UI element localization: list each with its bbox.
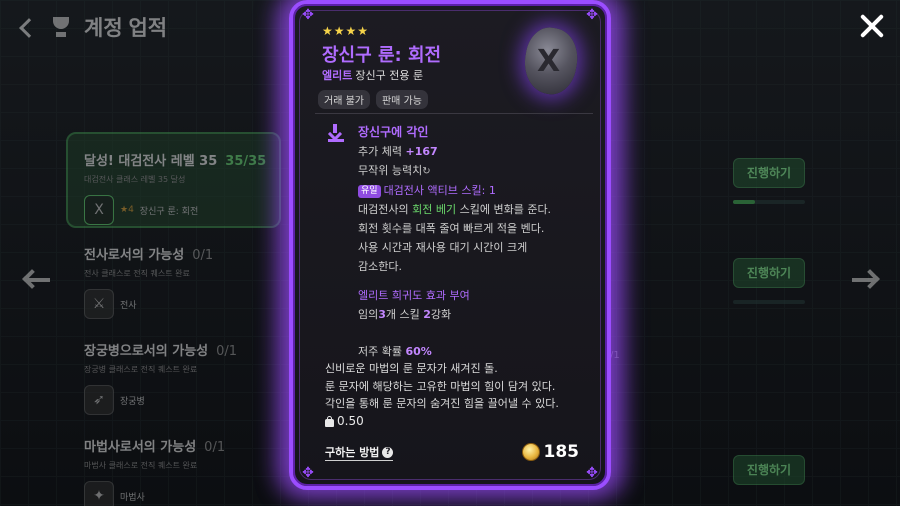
help-icon: ? [382, 446, 394, 458]
progress-fill [733, 200, 755, 204]
proceed-button[interactable]: 진행하기 [733, 158, 805, 188]
achievement-desc: 장궁병 클래스로 전직 퀘스트 완료 [84, 365, 198, 374]
progress-bar [733, 300, 805, 304]
price-value: 185 [543, 442, 580, 462]
achievement-reward: ✦ 마법사 [84, 481, 281, 506]
skill-desc-2: 회전 횟수를 대폭 줄여 빠르게 적을 벤다. [358, 222, 545, 235]
item-tooltip: ★★★★ 장신구 룬: 회전 엘리트장신구 전용 룬 거래 불가 판매 가능 X… [289, 0, 611, 490]
top-bar: 계정 업적 [16, 12, 167, 42]
archer-icon[interactable]: ➶ [84, 385, 114, 415]
reward-stars: ★4 [120, 205, 134, 215]
reward-label: 장신구 룬: 회전 [139, 206, 199, 217]
how-to-obtain-link[interactable]: 구하는 방법 ? [325, 444, 394, 461]
proceed-button[interactable]: 진행하기 [733, 455, 805, 485]
curse-chance: 저주 확률 60% [358, 345, 432, 358]
item-type: 장신구 전용 룬 [355, 69, 424, 82]
rune-reward-icon[interactable]: X [84, 195, 114, 225]
stat-line: 추가 체력 +167 [358, 145, 438, 158]
corner-ornament-icon [585, 8, 599, 22]
achievement-card[interactable]: 전사로서의 가능성 0/1 전사 클래스로 전직 퀘스트 완료 ⚔ 전사 [66, 228, 281, 324]
progress-column: 진행하기 [733, 158, 805, 204]
achievement-title: 전사로서의 가능성 0/1 [84, 248, 214, 263]
weight-value: 0.50 [337, 414, 364, 428]
item-tags: 거래 불가 판매 가능 [318, 90, 428, 109]
corner-ornament-icon [301, 8, 315, 22]
weight-icon [325, 415, 334, 427]
corner-ornament-icon [301, 466, 315, 480]
skill-desc-4: 감소한다. [358, 260, 402, 273]
elite-detail: 임의3개 스킬 2강화 [358, 308, 452, 321]
item-subtitle: 엘리트 장신구 전용 룬 [322, 67, 423, 83]
proceed-button[interactable]: 진행하기 [733, 258, 805, 288]
skill-desc-3: 사용 시간과 재사용 대기 시간이 크게 [358, 241, 528, 254]
trophy-icon [50, 15, 72, 39]
rune-stone-icon: X [519, 23, 583, 99]
back-arrow-icon[interactable] [16, 13, 38, 41]
mage-icon[interactable]: ✦ [84, 481, 114, 506]
engrave-title: 장신구에 각인 [358, 125, 429, 139]
achievement-card[interactable]: 달성! 대검전사 레벨 35 35/35 대검전사 클래스 레벨 35 달성 X … [66, 132, 281, 228]
elite-effect: 엘리트 희귀도 효과 부여 [358, 289, 470, 302]
achievement-desc: 전사 클래스로 전직 퀘스트 완료 [84, 269, 190, 278]
engrave-icon [327, 124, 345, 142]
achievement-title: 장궁병으로서의 가능성 0/1 [84, 344, 238, 359]
achievement-reward: ⚔ 전사 [84, 289, 281, 319]
warrior-icon[interactable]: ⚔ [84, 289, 114, 319]
item-effects: 장신구에 각인 추가 체력 +167 무작위 능력치↻ 유일 대검전사 액티브 스… [358, 123, 593, 361]
achievement-desc: 대검전사 클래스 레벨 35 달성 [84, 175, 186, 184]
achievement-reward: ➶ 장궁병 [84, 385, 281, 415]
reward-label: 마법사 [120, 492, 145, 503]
refresh-icon: ↻ [422, 166, 431, 177]
achievement-card[interactable]: 장궁병으로서의 가능성 0/1 장궁병 클래스로 전직 퀘스트 완료 ➶ 장궁병 [66, 324, 281, 420]
achievement-title: 달성! 대검전사 레벨 35 35/35 [84, 154, 267, 169]
item-lore: 신비로운 마법의 룬 문자가 새겨진 돌. 룬 문자에 해당하는 고유한 마법의… [325, 362, 559, 410]
previous-arrow-icon[interactable] [22, 268, 52, 292]
divider [315, 113, 593, 114]
achievement-reward: X ★4 장신구 룬: 회전 [84, 195, 279, 225]
item-weight: 0.50 [325, 414, 364, 428]
reward-label: 전사 [120, 300, 137, 311]
achievement-list: 달성! 대검전사 레벨 35 35/35 대검전사 클래스 레벨 35 달성 X … [66, 132, 281, 506]
skill-desc-1: 대검전사의 회전 베기 스킬에 변화를 준다. [358, 203, 552, 216]
progress-column: 진행하기 [733, 455, 805, 485]
achievement-card[interactable]: 마법사로서의 가능성 0/1 마법사 클래스로 전직 퀘스트 완료 ✦ 마법사 [66, 420, 281, 506]
random-stat-line: 무작위 능력치↻ [358, 164, 431, 177]
tag-untradeable: 거래 불가 [318, 90, 370, 109]
progress-bar [733, 200, 805, 204]
item-price: 185 [521, 442, 580, 462]
reward-label: 장궁병 [120, 396, 145, 407]
page-title: 계정 업적 [84, 17, 168, 40]
tag-sellable: 판매 가능 [375, 90, 428, 109]
progress-column: 진행하기 [733, 258, 805, 304]
item-grade: 엘리트 [322, 69, 353, 82]
unique-badge: 유일 [358, 185, 381, 198]
corner-ornament-icon [585, 466, 599, 480]
achievement-desc: 마법사 클래스로 전직 퀘스트 완료 [84, 461, 198, 470]
close-button[interactable] [858, 12, 886, 40]
gold-coin-icon [521, 443, 540, 461]
next-arrow-icon[interactable] [850, 268, 880, 292]
skill-line: 유일 대검전사 액티브 스킬: 1 [358, 181, 593, 200]
achievement-title: 마법사로서의 가능성 0/1 [84, 440, 226, 455]
item-name: 장신구 룬: 회전 [322, 45, 442, 66]
item-stars: ★★★★ [322, 24, 370, 38]
